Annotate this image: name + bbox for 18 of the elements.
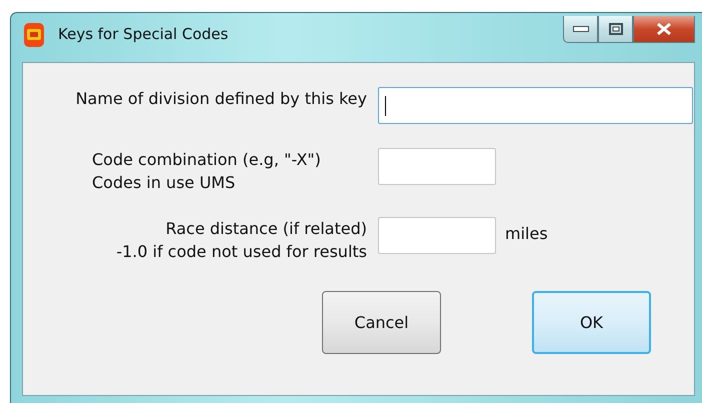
input-field[interactable] [378,87,693,124]
unit-label: miles [505,224,548,243]
input-field[interactable] [378,148,496,185]
field-label: Race distance (if related) -1.0 if code not used for results [115,218,367,263]
field-label: Name of division defined by this key [74,88,367,110]
close-button[interactable] [633,16,695,43]
field-label: Code combination (e.g, "-X") Codes in use UMS [91,149,322,194]
ok-button[interactable]: OK [532,291,651,354]
close-icon [656,23,672,35]
maximize-button[interactable] [598,16,633,43]
text-cursor [385,96,386,116]
window-title: Keys for Special Codes [58,25,228,43]
minimize-icon [572,26,588,32]
cancel-button[interactable]: Cancel [322,291,441,354]
app-icon [22,22,46,48]
input-field[interactable] [378,217,496,254]
minimize-button[interactable] [563,16,598,43]
maximize-icon [608,23,622,35]
